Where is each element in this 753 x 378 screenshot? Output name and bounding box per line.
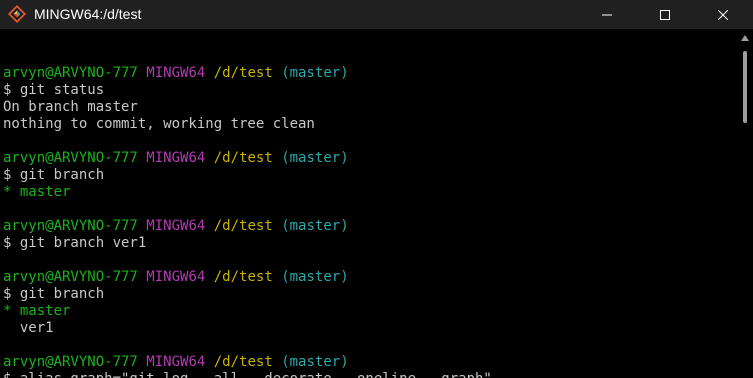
prompt-shell: MINGW64: [146, 150, 206, 166]
scrollbar-thumb[interactable]: [743, 51, 747, 123]
command-line: $ git branch: [3, 167, 105, 183]
prompt-line: arvyn@ARVYNO-777 MINGW64 /d/test (master…: [3, 65, 733, 82]
prompt-path: /d/test: [213, 65, 273, 81]
prompt-line: arvyn@ARVYNO-777 MINGW64 /d/test (master…: [3, 150, 733, 167]
current-branch-line: * master: [3, 303, 71, 319]
prompt-line: arvyn@ARVYNO-777 MINGW64 /d/test (master…: [3, 269, 733, 286]
prompt-user-host: arvyn@ARVYNO-777: [3, 65, 138, 81]
prompt-shell: MINGW64: [146, 65, 206, 81]
git-bash-app-icon: [8, 5, 26, 23]
prompt-path: /d/test: [213, 218, 273, 234]
window-title: MINGW64:/d/test: [34, 6, 142, 22]
prompt-shell: MINGW64: [146, 354, 206, 370]
maximize-icon: [660, 9, 670, 20]
command-line: $ git branch: [3, 286, 105, 302]
scroll-up-arrow-icon[interactable]: [741, 35, 749, 41]
command-line: $ git branch ver1: [3, 235, 147, 251]
output-line: On branch master: [3, 99, 138, 115]
prompt-path: /d/test: [213, 354, 273, 370]
prompt-branch: (master): [281, 269, 349, 285]
command-line: $ git status: [3, 82, 105, 98]
prompt-line: arvyn@ARVYNO-777 MINGW64 /d/test (master…: [3, 354, 733, 371]
prompt-branch: (master): [281, 150, 349, 166]
command-line: $ alias graph="git log --all --decorate …: [3, 371, 733, 378]
terminal-output[interactable]: arvyn@ARVYNO-777 MINGW64 /d/test (master…: [3, 48, 733, 378]
prompt-path: /d/test: [213, 150, 273, 166]
minimize-icon: [602, 14, 612, 15]
vertical-scrollbar[interactable]: [737, 29, 753, 378]
close-button[interactable]: [700, 0, 746, 29]
prompt-shell: MINGW64: [146, 269, 206, 285]
prompt-shell: MINGW64: [146, 218, 206, 234]
output-line: nothing to commit, working tree clean: [3, 116, 315, 132]
prompt-user-host: arvyn@ARVYNO-777: [3, 269, 138, 285]
terminal-window: MINGW64:/d/test arvyn@ARVYNO-777 MINGW64…: [0, 0, 753, 378]
output-line: ver1: [3, 320, 54, 336]
prompt-user-host: arvyn@ARVYNO-777: [3, 218, 138, 234]
prompt-user-host: arvyn@ARVYNO-777: [3, 354, 138, 370]
prompt-branch: (master): [281, 354, 349, 370]
prompt-user-host: arvyn@ARVYNO-777: [3, 150, 138, 166]
prompt-branch: (master): [281, 218, 349, 234]
prompt-path: /d/test: [213, 269, 273, 285]
maximize-button[interactable]: [642, 0, 688, 29]
title-bar[interactable]: MINGW64:/d/test: [0, 0, 753, 29]
prompt-line: arvyn@ARVYNO-777 MINGW64 /d/test (master…: [3, 218, 733, 235]
current-branch-line: * master: [3, 184, 71, 200]
prompt-branch: (master): [281, 65, 349, 81]
minimize-button[interactable]: [584, 0, 630, 29]
close-icon: [718, 9, 728, 20]
